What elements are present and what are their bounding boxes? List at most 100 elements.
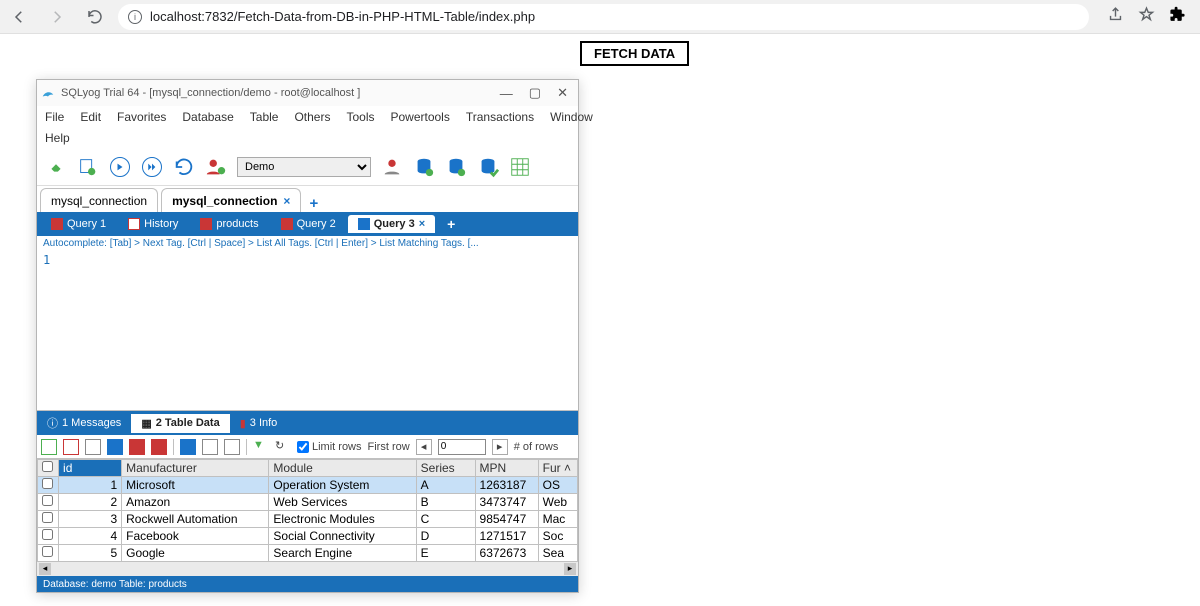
rtab-tabledata[interactable]: ▦2 Table Data bbox=[131, 414, 229, 433]
scroll-right-icon[interactable]: ▸ bbox=[564, 563, 576, 575]
result-tabs: ⓘ1 Messages ▦2 Table Data ▮3 Info bbox=[37, 411, 578, 435]
rtab-messages[interactable]: ⓘ1 Messages bbox=[37, 412, 131, 434]
execute-all-icon[interactable] bbox=[141, 156, 163, 178]
menu-file[interactable]: File bbox=[45, 110, 64, 124]
query-tabs: Query 1 History products Query 2 Query 3… bbox=[37, 212, 578, 236]
save-icon[interactable] bbox=[107, 439, 123, 455]
share-icon[interactable] bbox=[1107, 6, 1124, 28]
refresh-icon[interactable] bbox=[173, 156, 195, 178]
tab-query3[interactable]: Query 3× bbox=[348, 215, 435, 233]
menu-favorites[interactable]: Favorites bbox=[117, 110, 166, 124]
menu-transactions[interactable]: Transactions bbox=[466, 110, 534, 124]
menu-database[interactable]: Database bbox=[182, 110, 233, 124]
history-icon bbox=[128, 218, 140, 230]
rtab-info[interactable]: ▮3 Info bbox=[230, 414, 288, 433]
menu-others[interactable]: Others bbox=[294, 110, 330, 124]
close-tab-icon[interactable]: × bbox=[283, 194, 290, 208]
reload-icon[interactable] bbox=[84, 6, 106, 28]
col-mpn[interactable]: MPN bbox=[475, 460, 538, 477]
h-scrollbar[interactable]: ◂ ▸ bbox=[37, 562, 578, 576]
forward-icon[interactable] bbox=[46, 6, 68, 28]
table-row[interactable]: 3Rockwell AutomationElectronic ModulesC9… bbox=[38, 511, 578, 528]
refresh-rows-icon[interactable]: ↻ bbox=[275, 439, 291, 455]
scroll-left-icon[interactable]: ◂ bbox=[39, 563, 51, 575]
grid-icon: ▦ bbox=[141, 417, 151, 430]
col-id[interactable]: id bbox=[59, 460, 122, 477]
grid-icon[interactable] bbox=[509, 156, 531, 178]
first-row-label: First row bbox=[368, 441, 410, 453]
scroll-up-icon[interactable]: ˄ bbox=[564, 461, 571, 475]
col-fur[interactable]: Fur ˄ bbox=[538, 460, 577, 477]
fetch-data-button[interactable]: FETCH DATA bbox=[580, 41, 689, 66]
result-grid: id Manufacturer Module Series MPN Fur ˄ … bbox=[37, 459, 578, 562]
db-sync2-icon[interactable] bbox=[445, 156, 467, 178]
limit-rows-checkbox[interactable]: Limit rows bbox=[297, 441, 362, 453]
menu-window[interactable]: Window bbox=[550, 110, 593, 124]
db-compare-icon[interactable] bbox=[477, 156, 499, 178]
user-icon[interactable] bbox=[381, 156, 403, 178]
del-row-icon[interactable] bbox=[85, 439, 101, 455]
view-form-icon[interactable] bbox=[202, 439, 218, 455]
table-row[interactable]: 1MicrosoftOperation SystemA1263187OS bbox=[38, 477, 578, 494]
menu-tools[interactable]: Tools bbox=[346, 110, 374, 124]
next-page-icon[interactable]: ▸ bbox=[492, 439, 508, 455]
star-icon[interactable] bbox=[1138, 6, 1155, 28]
info-icon: ⓘ bbox=[47, 415, 58, 431]
new-query-icon[interactable] bbox=[77, 156, 99, 178]
extensions-icon[interactable] bbox=[1169, 6, 1186, 28]
db-sync-icon[interactable] bbox=[413, 156, 435, 178]
minimize-icon[interactable]: — bbox=[500, 86, 513, 101]
back-icon[interactable] bbox=[8, 6, 30, 28]
col-series[interactable]: Series bbox=[416, 460, 475, 477]
col-module[interactable]: Module bbox=[269, 460, 416, 477]
add-row-icon[interactable] bbox=[41, 439, 57, 455]
tab-query1[interactable]: Query 1 bbox=[41, 215, 116, 233]
menu-table[interactable]: Table bbox=[250, 110, 279, 124]
close-tab-icon[interactable]: × bbox=[419, 218, 425, 230]
new-query-tab-icon[interactable]: + bbox=[437, 213, 465, 235]
query-icon bbox=[281, 218, 293, 230]
query-icon bbox=[51, 218, 63, 230]
execute-icon[interactable] bbox=[109, 156, 131, 178]
user-plus-icon[interactable] bbox=[205, 156, 227, 178]
autocomplete-hint: Autocomplete: [Tab] > Next Tag. [Ctrl | … bbox=[37, 236, 578, 251]
col-manufacturer[interactable]: Manufacturer bbox=[122, 460, 269, 477]
connect-icon[interactable] bbox=[45, 156, 67, 178]
database-select[interactable]: Demo bbox=[237, 157, 371, 177]
view-grid-icon[interactable] bbox=[180, 439, 196, 455]
sql-editor[interactable]: 1 bbox=[37, 251, 578, 411]
dup-row-icon[interactable] bbox=[63, 439, 79, 455]
conn-tab-2[interactable]: mysql_connection× bbox=[161, 188, 301, 212]
tab-history[interactable]: History bbox=[118, 215, 188, 233]
table-row[interactable]: 5GoogleSearch EngineE6372673Sea bbox=[38, 545, 578, 562]
menu-powertools[interactable]: Powertools bbox=[390, 110, 449, 124]
window-titlebar: SQLyog Trial 64 - [mysql_connection/demo… bbox=[37, 80, 578, 106]
table-icon bbox=[200, 218, 212, 230]
statusbar: Database: demo Table: products bbox=[37, 576, 578, 592]
menu-edit[interactable]: Edit bbox=[80, 110, 101, 124]
table-row[interactable]: 2AmazonWeb ServicesB3473747Web bbox=[38, 494, 578, 511]
maximize-icon[interactable]: ▢ bbox=[529, 85, 541, 101]
menubar: File Edit Favorites Database Table Other… bbox=[37, 106, 578, 128]
result-toolbar: ▼ ↻ Limit rows First row ◂ ▸ # of rows bbox=[37, 435, 578, 459]
site-info-icon[interactable]: i bbox=[128, 10, 142, 24]
tab-products[interactable]: products bbox=[190, 215, 268, 233]
trash-icon[interactable] bbox=[151, 439, 167, 455]
view-text-icon[interactable] bbox=[224, 439, 240, 455]
filter-icon[interactable]: ▼ bbox=[253, 439, 269, 455]
first-row-input[interactable] bbox=[438, 439, 486, 455]
delete-icon[interactable] bbox=[129, 439, 145, 455]
menu-help[interactable]: Help bbox=[45, 131, 70, 145]
toolbar: Demo bbox=[37, 148, 578, 186]
new-conn-tab-icon[interactable]: + bbox=[309, 195, 318, 212]
prev-page-icon[interactable]: ◂ bbox=[416, 439, 432, 455]
close-icon[interactable]: ✕ bbox=[557, 85, 568, 101]
flag-icon: ▮ bbox=[240, 417, 246, 430]
window-title: SQLyog Trial 64 - [mysql_connection/demo… bbox=[61, 87, 360, 99]
url-text: localhost:7832/Fetch-Data-from-DB-in-PHP… bbox=[150, 9, 535, 24]
address-bar[interactable]: i localhost:7832/Fetch-Data-from-DB-in-P… bbox=[118, 4, 1089, 30]
conn-tab-1[interactable]: mysql_connection bbox=[40, 188, 158, 212]
col-checkbox[interactable] bbox=[38, 460, 59, 477]
tab-query2[interactable]: Query 2 bbox=[271, 215, 346, 233]
table-row[interactable]: 4FacebookSocial ConnectivityD1271517Soc bbox=[38, 528, 578, 545]
